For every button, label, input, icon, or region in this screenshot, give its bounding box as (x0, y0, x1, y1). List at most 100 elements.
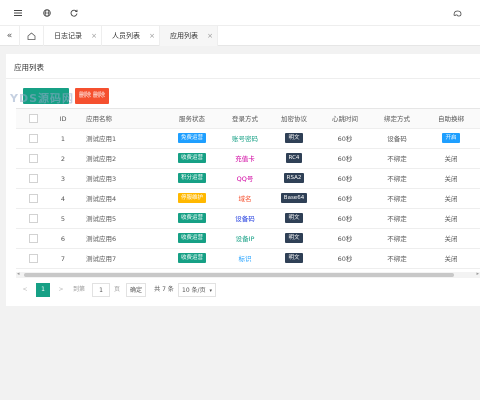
row-bind-method: 不绑定 (387, 215, 407, 223)
header-id: ID (59, 115, 67, 123)
header-bind: 绑定方式 (384, 115, 410, 123)
select-all-checkbox-cell[interactable] (16, 109, 50, 129)
row-rebind: 关闭 (444, 175, 458, 183)
app-list-panel: 应用列表 删除 删除 YDS源码网 ID 应用名称 服务状态 登录方式 加密协议… (6, 54, 480, 306)
close-icon[interactable]: × (149, 26, 155, 46)
page-1-button[interactable]: 1 (36, 283, 50, 297)
close-icon[interactable]: × (207, 26, 213, 46)
header-login: 登录方式 (232, 115, 258, 123)
prev-page-button[interactable]: < (18, 283, 32, 297)
panel-title: 应用列表 (14, 63, 44, 72)
row-checkbox[interactable] (28, 193, 38, 203)
row-rebind: 关闭 (444, 255, 458, 263)
scroll-thumb[interactable] (24, 273, 454, 277)
goto-confirm-button[interactable]: 确定 (126, 283, 146, 297)
table-row: 2 测试应用2 收费运营 充值卡 RC4 60秒 不绑定 关闭 (16, 149, 480, 169)
encryption-badge: RSA2 (283, 173, 305, 183)
tab-scroll-left-button[interactable]: « (0, 26, 20, 46)
row-bind-method: 不绑定 (387, 235, 407, 243)
status-badge: 积分运营 (177, 173, 206, 183)
row-encryption-cell: RC4 (270, 149, 318, 169)
row-heartbeat: 60秒 (337, 255, 353, 263)
page-size-value: 10 条/页 (182, 287, 206, 294)
encryption-badge: 明文 (285, 233, 303, 243)
menu-icon[interactable] (11, 6, 25, 20)
tab-label: 人员列表 (112, 32, 140, 40)
home-tab[interactable] (20, 26, 44, 46)
row-checkbox[interactable] (28, 233, 38, 243)
scroll-right-icon[interactable]: ▸ (476, 271, 479, 277)
goto-page-input[interactable]: 1 (92, 283, 110, 297)
row-checkbox-cell[interactable] (16, 189, 50, 209)
row-checkbox[interactable] (28, 213, 38, 223)
close-icon[interactable]: × (91, 26, 97, 46)
row-checkbox-cell[interactable] (16, 149, 50, 169)
row-status-cell: 收费运营 (164, 249, 220, 269)
goto-label: 到第 (72, 286, 85, 293)
refresh-icon[interactable] (67, 6, 81, 20)
chevron-down-icon: ▾ (209, 288, 212, 294)
row-checkbox[interactable] (28, 253, 38, 263)
row-checkbox-cell[interactable] (16, 129, 50, 149)
tab-logs[interactable]: 日志记录 × (44, 26, 102, 46)
tab-label: 应用列表 (170, 32, 198, 40)
row-checkbox-cell[interactable] (16, 229, 50, 249)
row-rebind: 关闭 (444, 155, 458, 163)
row-heartbeat: 60秒 (337, 235, 353, 243)
total-count: 共 7 条 (154, 286, 174, 293)
row-checkbox-cell[interactable] (16, 169, 50, 189)
row-encryption-cell: RSA2 (270, 169, 318, 189)
row-checkbox-cell[interactable] (16, 209, 50, 229)
table-row: 4 测试应用4 停服维护 域名 Base64 60秒 不绑定 关闭 (16, 189, 480, 209)
row-encryption-cell: 明文 (270, 209, 318, 229)
select-all-checkbox[interactable] (28, 113, 38, 123)
row-status-cell: 收费运营 (164, 229, 220, 249)
row-heartbeat: 60秒 (337, 215, 353, 223)
row-id: 7 (60, 255, 66, 263)
row-login-method: 域名 (238, 195, 252, 203)
next-page-button[interactable]: > (54, 283, 68, 297)
row-checkbox[interactable] (28, 153, 38, 163)
row-login-method: 账号密码 (232, 135, 258, 143)
header-heartbeat: 心跳时间 (332, 115, 358, 123)
row-checkbox-cell[interactable] (16, 249, 50, 269)
row-heartbeat: 60秒 (337, 135, 353, 143)
table-row: 3 测试应用3 积分运营 QQ号 RSA2 60秒 不绑定 关闭 (16, 169, 480, 189)
row-app-name: 测试应用4 (86, 195, 117, 203)
double-chevron-left-icon: « (6, 31, 13, 41)
header-rebind: 自助换绑 (438, 115, 464, 123)
row-heartbeat: 60秒 (337, 175, 353, 183)
row-status-cell: 免费运营 (164, 129, 220, 149)
row-rebind: 关闭 (444, 235, 458, 243)
status-badge: 停服维护 (177, 193, 206, 203)
row-app-name: 测试应用5 (86, 215, 117, 223)
page-size-select[interactable]: 10 条/页 ▾ (178, 283, 216, 297)
tab-users[interactable]: 人员列表 × (102, 26, 160, 46)
row-app-name: 测试应用7 (86, 255, 117, 263)
row-login-method: 充值卡 (235, 155, 255, 163)
row-app-name: 测试应用3 (86, 175, 117, 183)
scroll-left-icon[interactable]: ◂ (17, 271, 20, 277)
row-status-cell: 收费运营 (164, 149, 220, 169)
delete-button[interactable]: 删除 删除 (75, 88, 109, 104)
row-checkbox[interactable] (28, 173, 38, 183)
encryption-badge: 明文 (285, 133, 303, 143)
row-bind-method: 不绑定 (387, 175, 407, 183)
row-login-method: 设备码 (235, 215, 255, 223)
globe-icon[interactable] (40, 6, 54, 20)
encryption-badge: Base64 (280, 193, 308, 203)
row-rebind-cell: 开启 (422, 129, 480, 149)
row-app-name: 测试应用1 (86, 135, 117, 143)
encryption-badge: 明文 (285, 253, 303, 263)
row-encryption-cell: 明文 (270, 129, 318, 149)
status-badge: 免费运营 (177, 133, 206, 143)
row-login-method: 设备IP (235, 235, 255, 243)
horizontal-scrollbar[interactable]: ◂ ▸ (16, 271, 480, 278)
row-encryption-cell: Base64 (270, 189, 318, 209)
row-checkbox[interactable] (28, 133, 38, 143)
skin-icon[interactable] (450, 6, 464, 20)
top-toolbar (0, 0, 480, 26)
encryption-badge: 明文 (285, 213, 303, 223)
tab-apps[interactable]: 应用列表 × (160, 26, 218, 46)
row-bind-method: 不绑定 (387, 195, 407, 203)
